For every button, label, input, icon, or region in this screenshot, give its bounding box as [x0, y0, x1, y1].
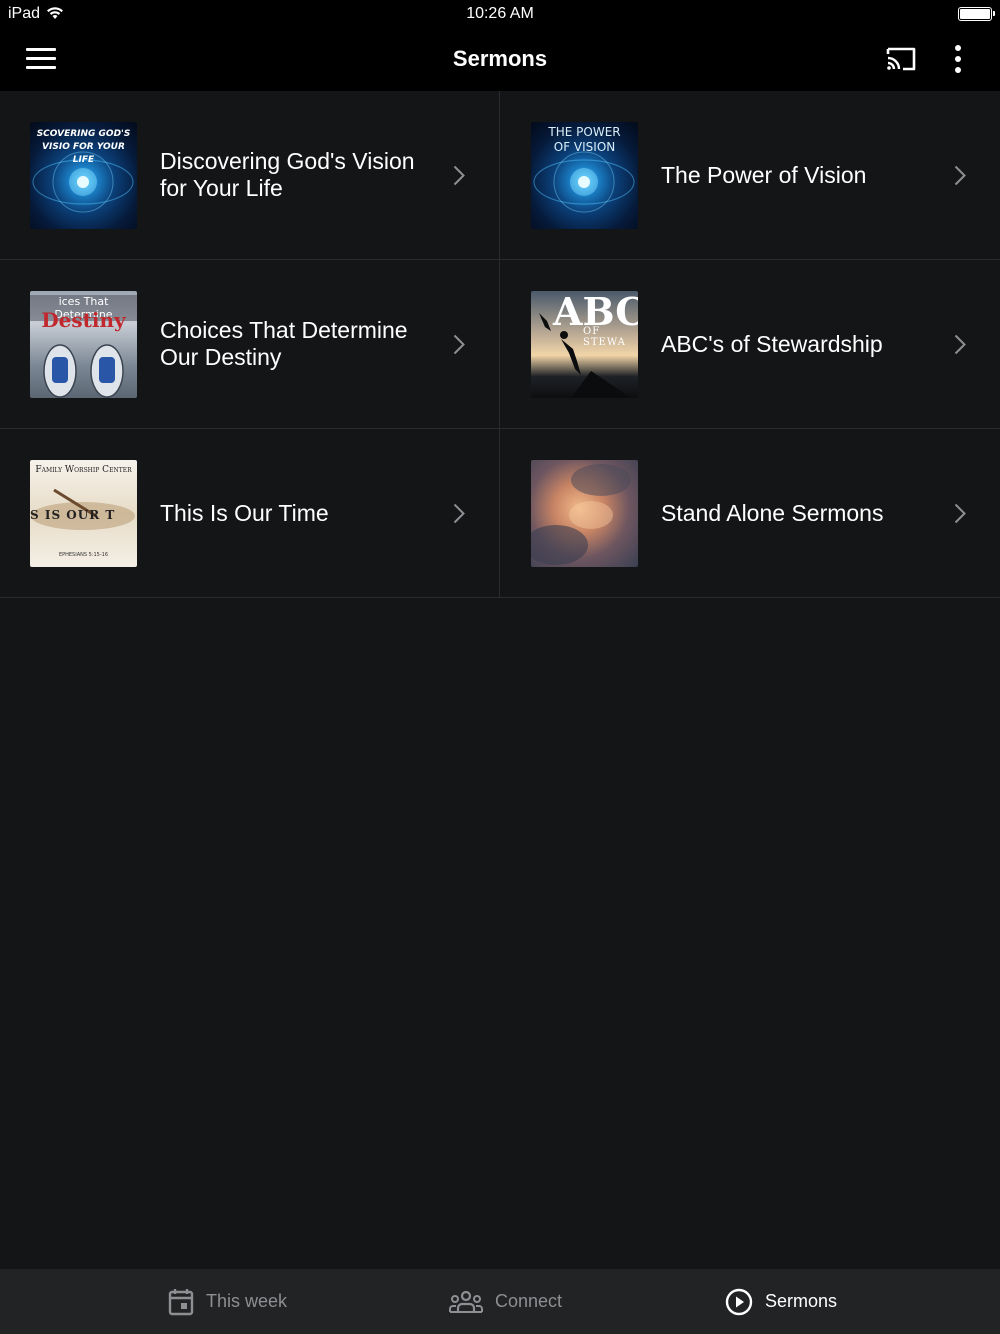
series-item[interactable]: ABC OF STEWA ABC's of Stewardship — [500, 260, 1000, 428]
series-thumbnail: ABC OF STEWA — [531, 291, 638, 398]
series-thumbnail: SCOVERING GOD'S VISIO FOR YOUR LIFE — [30, 122, 137, 229]
bottom-tab-bar: This week Connect Sermons — [0, 1269, 1000, 1334]
thumbnail-text: S IS OUR T — [30, 508, 116, 522]
battery-icon — [958, 7, 995, 21]
status-bar: iPad 10:26 AM — [0, 0, 1000, 28]
series-item[interactable]: SCOVERING GOD'S VISIO FOR YOUR LIFE Disc… — [0, 91, 500, 259]
series-title: This Is Our Time — [160, 499, 329, 526]
play-circle-icon — [725, 1288, 753, 1315]
people-icon — [449, 1290, 483, 1313]
chevron-right-icon — [453, 503, 465, 524]
series-item[interactable]: THE POWER OF VISION The Power of Vision — [500, 91, 1000, 259]
more-options-icon[interactable] — [948, 44, 968, 74]
thumbnail-text: SCOVERING GOD'S VISIO FOR YOUR LIFE — [36, 129, 131, 165]
series-title: ABC's of Stewardship — [661, 330, 883, 357]
series-title: Choices That Determine Our Destiny — [160, 317, 408, 370]
series-title: Stand Alone Sermons — [661, 499, 884, 526]
tab-this-week[interactable]: This week — [168, 1269, 287, 1334]
sermon-series-grid: SCOVERING GOD'S VISIO FOR YOUR LIFE Disc… — [0, 91, 1000, 598]
tab-label: Connect — [495, 1291, 563, 1311]
tab-label: Sermons — [765, 1291, 838, 1311]
calendar-icon — [168, 1288, 194, 1315]
series-thumbnail — [531, 460, 638, 567]
status-time: 10:26 AM — [466, 5, 534, 22]
series-item[interactable]: ices That Determine Destiny Choices That… — [0, 260, 500, 428]
tab-connect[interactable]: Connect — [449, 1269, 562, 1334]
series-thumbnail: ices That Determine Destiny — [30, 291, 137, 398]
top-nav-bar: Sermons — [0, 28, 1000, 91]
page-title: Sermons — [452, 46, 548, 71]
tab-sermons[interactable]: Sermons — [725, 1269, 837, 1334]
chevron-right-icon — [954, 165, 966, 186]
series-item[interactable]: Family Worship Center S IS OUR T EPHESIA… — [0, 429, 500, 597]
series-title: Discovering God's Vision for Your Life — [160, 148, 415, 201]
thumbnail-text: EPHESIANS 5:15-16 — [58, 552, 109, 558]
series-item[interactable]: Stand Alone Sermons — [500, 429, 1000, 597]
chevron-right-icon — [954, 503, 966, 524]
chevron-right-icon — [954, 334, 966, 355]
grid-row: ices That Determine Destiny Choices That… — [0, 260, 1000, 429]
series-thumbnail: THE POWER OF VISION — [531, 122, 638, 229]
chevron-right-icon — [453, 334, 465, 355]
series-thumbnail: Family Worship Center S IS OUR T EPHESIA… — [30, 460, 137, 567]
tab-label: This week — [206, 1291, 288, 1311]
cast-icon[interactable] — [885, 45, 917, 73]
grid-row: SCOVERING GOD'S VISIO FOR YOUR LIFE Disc… — [0, 91, 1000, 260]
grid-row: Family Worship Center S IS OUR T EPHESIA… — [0, 429, 1000, 598]
thumbnail-text: THE POWER OF VISION — [548, 125, 621, 154]
series-title: The Power of Vision — [661, 161, 867, 188]
chevron-right-icon — [453, 165, 465, 186]
